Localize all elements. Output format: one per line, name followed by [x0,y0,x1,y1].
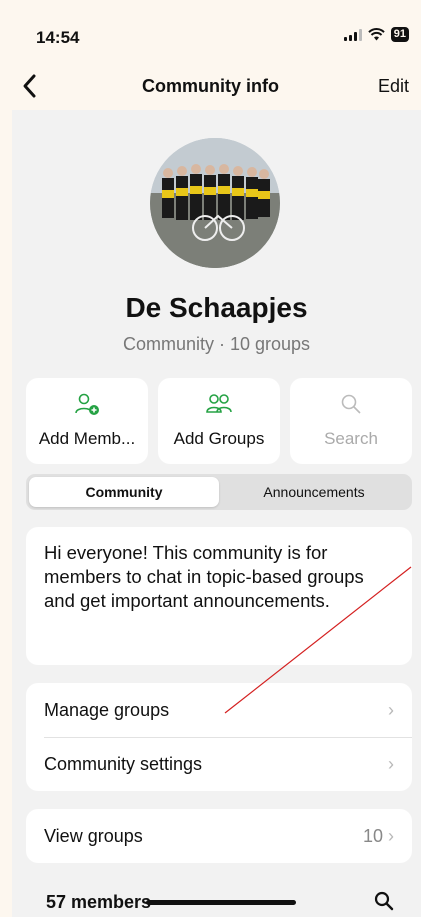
community-name: De Schaapjes [125,292,308,323]
members-search-icon[interactable] [373,890,395,912]
page-title: Community info [142,76,279,96]
search-icon [341,394,361,414]
search-label: Search [324,429,378,448]
add-members-button[interactable]: Add Memb... [26,378,148,464]
view-groups-label: View groups [44,825,143,846]
status-bar: 14:54 91 [0,0,421,62]
action-buttons: Add Memb... Add Groups Search [26,378,412,464]
edit-button[interactable]: Edit [378,76,409,97]
tab-announcements[interactable]: Announcements [219,477,409,507]
home-indicator[interactable] [146,900,296,905]
members-count: 57 members [46,892,152,912]
tab-community[interactable]: Community [29,477,219,507]
manage-groups-label: Manage groups [44,699,170,720]
chevron-right-icon: › [388,825,394,846]
segmented-control: Community Announcements [26,474,412,510]
manage-groups-row[interactable]: Manage groups › [26,683,412,737]
status-icons: 91 [343,27,409,42]
view-groups-count: 10 [362,825,383,846]
add-member-icon [75,393,99,415]
community-description: Hi everyone! This community is for membe… [26,527,412,665]
nav-header: Community info Edit [0,62,421,110]
add-groups-label: Add Groups [173,429,265,448]
community-avatar[interactable] [150,138,280,268]
chevron-right-icon: › [388,753,394,774]
add-members-label: Add Memb... [38,429,136,448]
add-groups-button[interactable]: Add Groups [158,378,280,464]
community-settings-row[interactable]: Community settings › [26,737,412,791]
settings-list: Manage groups › Community settings › [26,683,412,791]
view-groups-card: View groups 10 › [26,809,412,863]
signal-icon [343,28,362,41]
search-button[interactable]: Search [290,378,412,464]
group-photo-image [150,138,280,268]
status-time: 14:54 [36,28,80,47]
view-groups-row[interactable]: View groups 10 › [26,809,412,863]
wifi-icon [368,28,385,41]
community-settings-label: Community settings [44,753,203,774]
add-groups-icon [206,394,232,413]
battery-indicator: 91 [390,27,409,42]
community-subtitle: Community · 10 groups [122,334,311,354]
chevron-right-icon: › [388,699,394,720]
